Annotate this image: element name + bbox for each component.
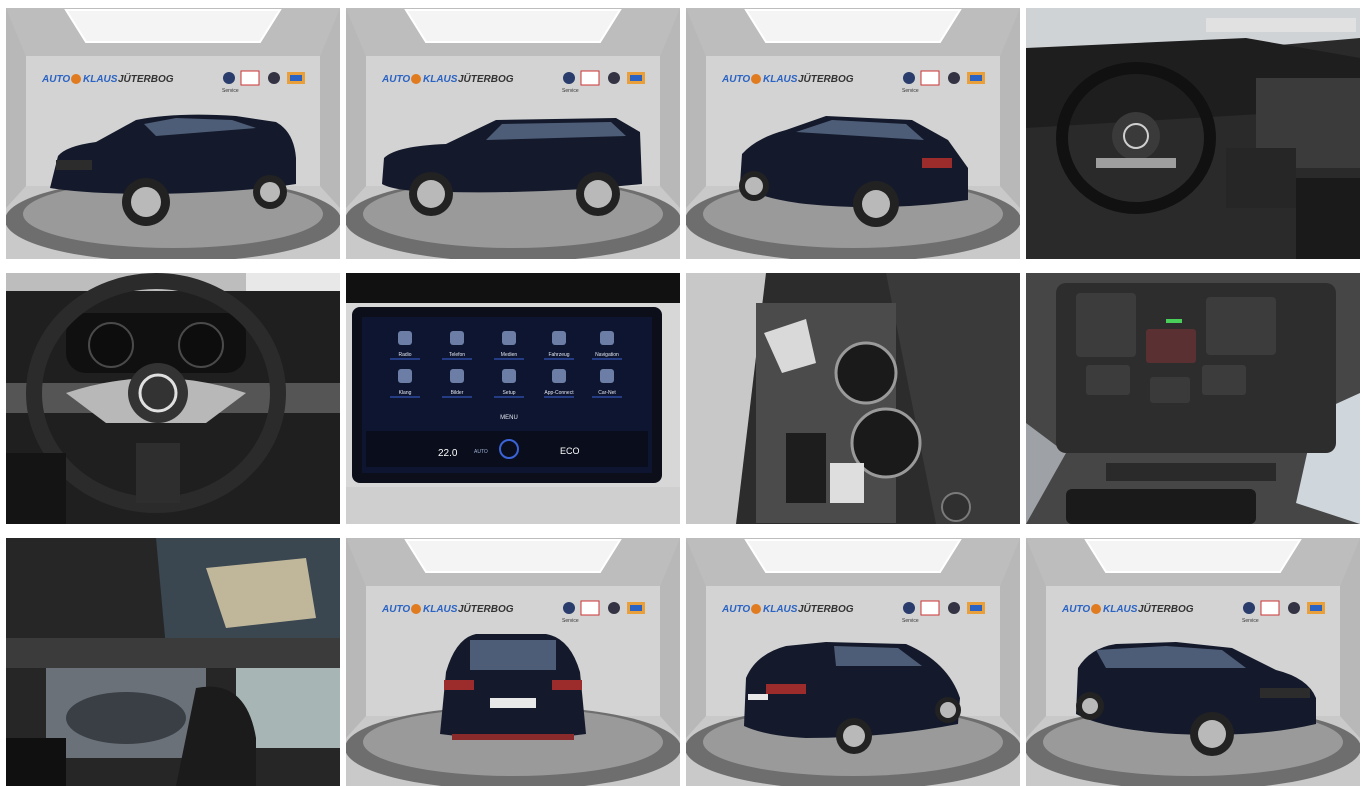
app-label-bilder: Bilder [451,390,464,396]
menu-label: MENU [500,415,518,421]
app-label-app-connect: App-Connect [544,390,574,396]
sign-auto: AUTO [721,604,750,615]
sign-auto: AUTO [381,604,410,615]
app-label-setup: Setup [502,390,515,396]
sign-klaus: KLAUS [763,74,798,85]
photo-gallery: AUTO KLAUS JÜTERBOG Service AUTO KLAUS J… [0,0,1364,786]
photo-cockpit[interactable] [1026,8,1360,259]
panoramic-roof-scene [6,538,340,786]
sign-city: JÜTERBOG [458,602,514,615]
photo-rear[interactable]: AUTO KLAUS JÜTERBOG Service [346,538,680,786]
photo-rear-left[interactable]: AUTO KLAUS JÜTERBOG Service [686,8,1020,259]
photo-overhead-console[interactable] [1026,273,1360,524]
showroom-scene: AUTO KLAUS JÜTERBOG Service [686,538,1020,786]
sign-city: JÜTERBOG [118,72,174,85]
sign-city: JÜTERBOG [798,72,854,85]
app-label-medien: Medien [501,352,518,358]
showroom-scene: AUTO KLAUS JÜTERBOG Service [6,8,340,259]
app-label-klang: Klang [399,390,412,396]
sign-auto: AUTO [721,74,750,85]
showroom-scene: AUTO KLAUS JÜTERBOG Service [346,538,680,786]
steering-wheel-scene [6,273,340,524]
sign-klaus: KLAUS [423,604,458,615]
badge-service-label: Service [902,88,919,94]
app-label-radio: Radio [398,352,411,358]
showroom-scene: AUTO KLAUS JÜTERBOG Service [346,8,680,259]
badge-service-label: Service [562,618,579,624]
center-console-scene [686,273,1020,524]
eco-label: ECO [560,446,580,456]
photo-infotainment[interactable]: Radio Telefon Medien Fahrzeug Navigation… [346,273,680,524]
infotainment-scene: Radio Telefon Medien Fahrzeug Navigation… [346,273,680,524]
app-label-car-net: Car-Net [598,390,616,396]
photo-rear-right[interactable]: AUTO KLAUS JÜTERBOG Service [686,538,1020,786]
sign-auto: AUTO [41,74,70,85]
app-label-telefon: Telefon [449,352,465,358]
app-label-navigation: Navigation [595,352,619,358]
showroom-scene: AUTO KLAUS JÜTERBOG Service [686,8,1020,259]
sign-city: JÜTERBOG [1138,602,1194,615]
photo-center-console[interactable] [686,273,1020,524]
photo-front-right[interactable]: AUTO KLAUS JÜTERBOG Service [1026,538,1360,786]
app-label-fahrzeug: Fahrzeug [548,352,569,358]
photo-steering-wheel[interactable] [6,273,340,524]
badge-service-label: Service [222,88,239,94]
photo-front-left[interactable]: AUTO KLAUS JÜTERBOG Service [6,8,340,259]
sign-klaus: KLAUS [1103,604,1138,615]
cockpit-scene [1026,8,1360,259]
showroom-scene: AUTO KLAUS JÜTERBOG Service [1026,538,1360,786]
sign-klaus: KLAUS [83,74,118,85]
photo-panoramic-roof[interactable] [6,538,340,786]
sign-klaus: KLAUS [423,74,458,85]
badge-service-label: Service [1242,618,1259,624]
badge-service-label: Service [902,618,919,624]
sign-city: JÜTERBOG [798,602,854,615]
sign-klaus: KLAUS [763,604,798,615]
climate-auto-label: AUTO [474,449,488,455]
sign-auto: AUTO [381,74,410,85]
photo-side-left[interactable]: AUTO KLAUS JÜTERBOG Service [346,8,680,259]
sign-auto: AUTO [1061,604,1090,615]
badge-service-label: Service [562,88,579,94]
sign-city: JÜTERBOG [458,72,514,85]
overhead-console-scene [1026,273,1360,524]
climate-temperature: 22.0 [438,448,458,459]
